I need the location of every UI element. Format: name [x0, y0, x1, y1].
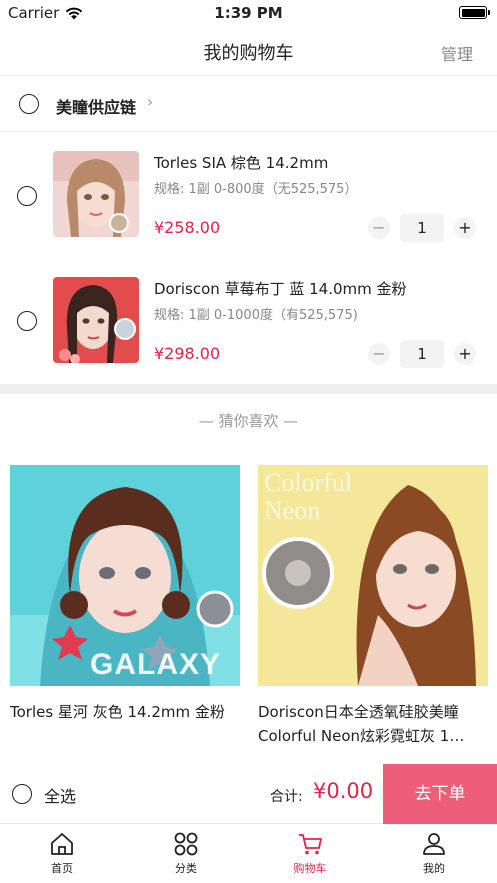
product-name[interactable]: Torles 星河 灰色 14.2mm 金粉 — [10, 700, 240, 748]
recommend-product-card[interactable]: GALAXY Torles 星河 灰色 14.2mm 金粉 — [10, 465, 240, 748]
quantity-increment-button[interactable]: + — [454, 343, 476, 365]
item-spec: 规格: 1副 0-800度（无525,575） — [154, 182, 358, 197]
home-icon — [51, 833, 73, 855]
item-select-radio[interactable] — [17, 311, 37, 331]
cart-item: Doriscon 草莓布丁 蓝 14.0mm 金粉 规格: 1副 0-1000度… — [0, 258, 497, 384]
shop-select-radio[interactable] — [19, 94, 39, 114]
quantity-value[interactable]: 1 — [400, 214, 444, 242]
tab-label: 我的 — [423, 862, 445, 875]
recommend-product-card[interactable]: Colorful Neon Doriscon日本全透氧硅胶美瞳Colorful … — [258, 465, 488, 748]
recommend-title: — 猜你喜欢 — — [198, 412, 299, 430]
quantity-value[interactable]: 1 — [400, 340, 444, 368]
tab-category[interactable]: 分类 — [124, 831, 248, 876]
total-label: 合计: — [270, 789, 303, 805]
item-select-radio[interactable] — [17, 186, 37, 206]
total-value: ¥0.00 — [313, 779, 374, 803]
chevron-right-icon: › — [147, 93, 153, 111]
quantity-increment-button[interactable]: + — [454, 217, 476, 239]
cart-item: Torles SIA 棕色 14.2mm 规格: 1副 0-800度（无525,… — [0, 132, 497, 258]
clock: 1:39 PM — [214, 4, 283, 22]
checkout-bar: 全选 合计: ¥0.00 去下单 — [0, 764, 497, 824]
section-divider — [0, 384, 497, 394]
product-image-caption: Colorful Neon — [264, 468, 353, 525]
product-image-caption: GALAXY — [90, 648, 222, 681]
tab-bar: 首页 分类 购物车 我的 — [0, 825, 497, 883]
page-title: 我的购物车 — [203, 43, 294, 64]
product-image[interactable]: GALAXY — [10, 465, 240, 686]
tab-profile[interactable]: 我的 — [372, 831, 496, 876]
quantity-decrement-button[interactable]: − — [368, 217, 390, 239]
tab-label: 分类 — [175, 862, 197, 875]
tab-label: 购物车 — [293, 862, 327, 875]
select-all-label[interactable]: 全选 — [44, 783, 76, 807]
user-icon — [423, 833, 445, 855]
checkout-button[interactable]: 去下单 — [383, 764, 497, 824]
tab-cart[interactable]: 购物车 — [248, 831, 372, 876]
product-image[interactable]: Colorful Neon — [258, 465, 488, 686]
nav-bar: 我的购物车 管理 — [0, 26, 497, 76]
product-thumbnail[interactable] — [53, 151, 139, 237]
battery-icon — [459, 6, 490, 19]
product-name[interactable]: Doriscon日本全透氧硅胶美瞳Colorful Neon炫彩霓虹灰 1… — [258, 700, 488, 748]
product-thumbnail[interactable] — [53, 277, 139, 363]
select-all-radio[interactable] — [12, 784, 32, 804]
tab-label: 首页 — [51, 862, 73, 875]
item-title[interactable]: Doriscon 草莓布丁 蓝 14.0mm 金粉 — [154, 278, 407, 299]
cart-icon — [299, 834, 322, 855]
status-bar: Carrier 1:39 PM — [0, 0, 497, 26]
manage-button[interactable]: 管理 — [441, 41, 473, 65]
quantity-decrement-button[interactable]: − — [368, 343, 390, 365]
item-title[interactable]: Torles SIA 棕色 14.2mm — [154, 152, 328, 173]
item-price: ¥258.00 — [154, 218, 221, 237]
item-spec: 规格: 1副 0-1000度（有525,575) — [154, 308, 358, 323]
item-price: ¥298.00 — [154, 344, 221, 363]
shop-name: 美瞳供应链 — [56, 98, 137, 117]
shop-row[interactable]: 美瞳供应链 › — [0, 76, 497, 132]
category-icon — [174, 832, 198, 856]
tab-home[interactable]: 首页 — [0, 831, 124, 876]
